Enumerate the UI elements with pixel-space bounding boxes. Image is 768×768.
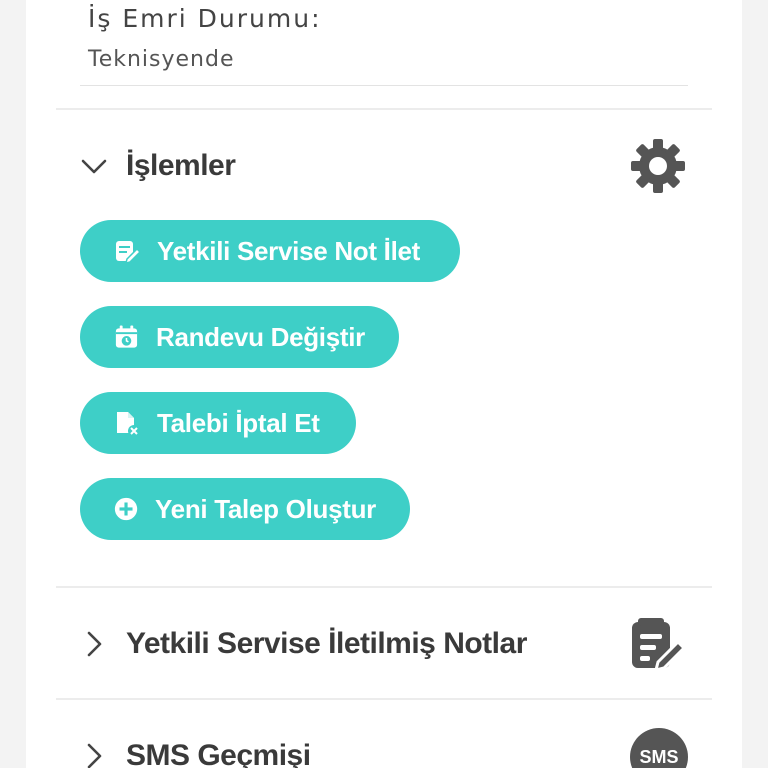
chevron-down-icon — [81, 159, 107, 174]
notes-icon — [632, 618, 687, 673]
plus-circle-icon — [114, 497, 138, 521]
send-note-label: Yetkili Servise Not İlet — [157, 235, 421, 266]
document-cancel-icon — [117, 412, 140, 437]
note-edit-icon — [116, 241, 141, 265]
divider — [56, 698, 712, 700]
calendar-clock-icon — [115, 325, 138, 348]
sms-icon: SMS — [630, 728, 688, 768]
cancel-request-label: Talebi İptal Et — [157, 407, 320, 438]
section-header-notes[interactable]: Yetkili Servise İletilmiş Notlar — [80, 612, 688, 676]
section-title-sms: SMS Geçmişi — [126, 739, 311, 768]
gear-icon[interactable] — [628, 136, 688, 196]
divider — [56, 108, 712, 110]
new-request-button[interactable]: Yeni Talep Oluştur — [80, 478, 410, 540]
chevron-right-icon — [87, 743, 102, 768]
work-order-status: İş Emri Durumu: Teknisyende — [80, 0, 688, 86]
change-appointment-button[interactable]: Randevu Değiştir — [80, 306, 399, 368]
chevron-right-icon — [87, 631, 102, 657]
new-request-label: Yeni Talep Oluştur — [155, 493, 376, 524]
cancel-request-button[interactable]: Talebi İptal Et — [80, 392, 356, 454]
divider — [56, 586, 712, 588]
section-title-operations: İşlemler — [126, 149, 236, 182]
section-header-sms[interactable]: SMS Geçmişi SMS — [80, 724, 688, 768]
send-note-button[interactable]: Yetkili Servise Not İlet — [80, 220, 460, 282]
section-title-notes: Yetkili Servise İletilmiş Notlar — [126, 627, 527, 660]
change-appointment-label: Randevu Değiştir — [155, 321, 365, 352]
status-label: İş Emri Durumu: — [88, 4, 322, 33]
sms-icon-text: SMS — [639, 746, 679, 767]
status-value: Teknisyende — [88, 47, 235, 72]
section-header-operations[interactable]: İşlemler — [80, 134, 688, 198]
work-order-card: İş Emri Durumu: Teknisyende İşlemler Yet… — [26, 0, 742, 768]
